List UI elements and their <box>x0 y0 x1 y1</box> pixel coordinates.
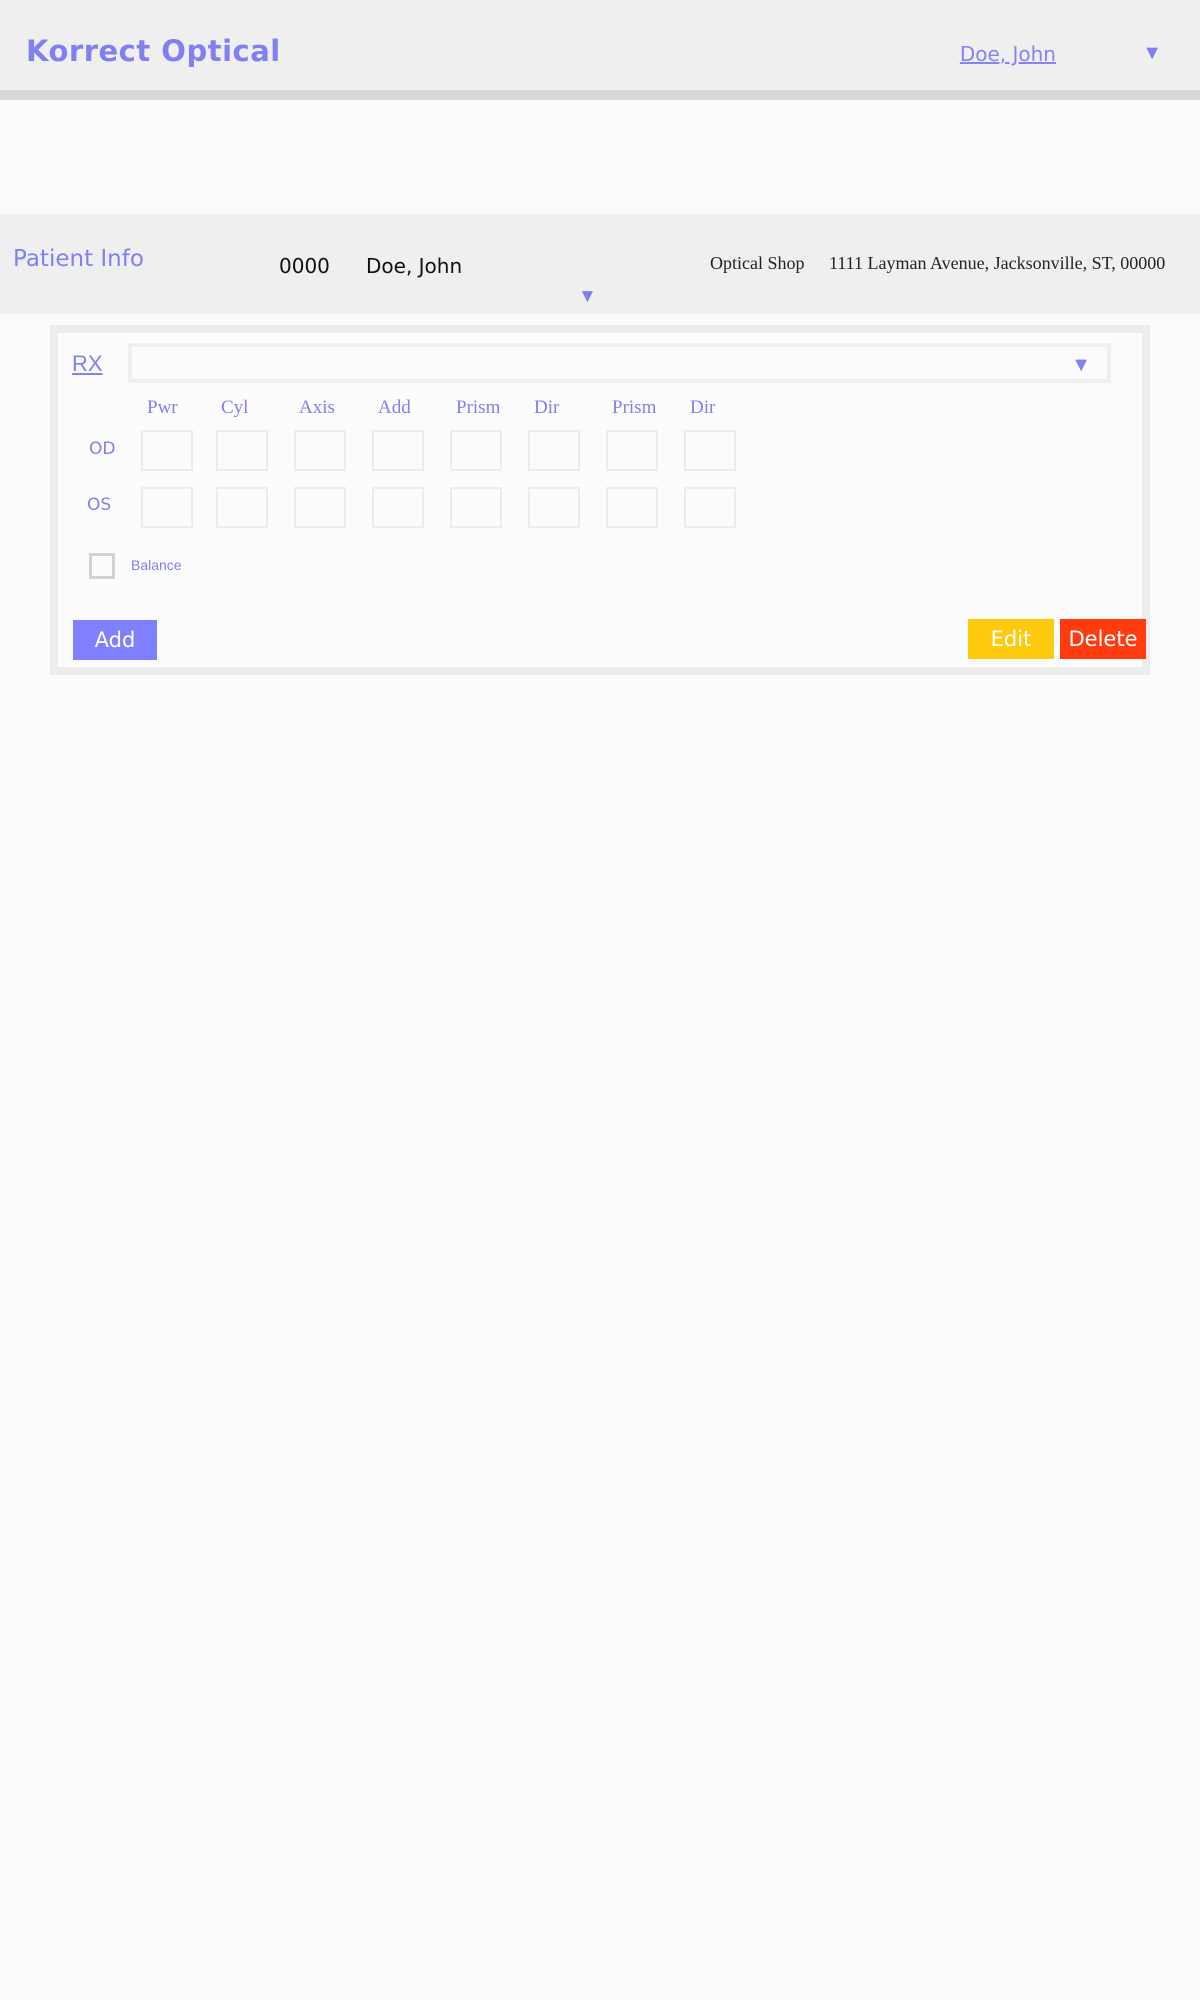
balance-checkbox[interactable] <box>89 553 115 579</box>
od-cyl-input[interactable] <box>216 430 268 471</box>
od-dir-1-input[interactable] <box>528 430 580 471</box>
balance-label: Balance <box>131 557 182 573</box>
od-prism-1-input[interactable] <box>450 430 502 471</box>
add-button[interactable]: Add <box>73 620 157 660</box>
patient-info-expand-chevron-down-icon[interactable]: ▼ <box>578 286 597 308</box>
rx-link[interactable]: RX <box>72 351 103 377</box>
column-header-prism-1: Prism <box>456 397 501 418</box>
os-dir-2-input[interactable] <box>684 487 736 528</box>
edit-button[interactable]: Edit <box>968 619 1054 659</box>
patient-name: Doe, John <box>366 254 463 278</box>
column-header-cyl: Cyl <box>221 397 249 418</box>
patient-id: 0000 <box>279 254 330 278</box>
od-pwr-input[interactable] <box>141 430 193 471</box>
column-header-axis: Axis <box>299 397 335 418</box>
os-dir-1-input[interactable] <box>528 487 580 528</box>
os-cyl-input[interactable] <box>216 487 268 528</box>
row-label-od: OD <box>89 439 116 459</box>
user-menu-chevron-down-icon[interactable]: ▼ <box>1142 42 1162 65</box>
os-pwr-input[interactable] <box>141 487 193 528</box>
od-prism-2-input[interactable] <box>606 430 658 471</box>
od-add-input[interactable] <box>372 430 424 471</box>
column-header-pwr: Pwr <box>147 397 178 418</box>
header-spacer <box>0 100 1200 214</box>
shop-address: 1111 Layman Avenue, Jacksonville, ST, 00… <box>829 253 1166 273</box>
os-prism-1-input[interactable] <box>450 487 502 528</box>
column-header-add: Add <box>378 397 411 418</box>
delete-button[interactable]: Delete <box>1060 619 1146 659</box>
os-add-input[interactable] <box>372 487 424 528</box>
top-navigation-bar: Korrect Optical Doe, John ▼ <box>0 0 1200 100</box>
shop-label: Optical Shop <box>710 253 805 273</box>
os-axis-input[interactable] <box>294 487 346 528</box>
patient-info-title: Patient Info <box>13 246 144 272</box>
rx-select[interactable]: ▼ <box>128 343 1111 383</box>
rx-card: RX ▼ Pwr Cyl Axis Add Prism Dir Prism Di… <box>58 333 1146 667</box>
rx-select-chevron-down-icon: ▼ <box>1071 354 1091 376</box>
od-axis-input[interactable] <box>294 430 346 471</box>
brand-logo-text: Korrect Optical <box>26 34 281 68</box>
column-header-dir-1: Dir <box>534 397 560 418</box>
row-label-os: OS <box>87 495 112 515</box>
column-header-prism-2: Prism <box>612 397 657 418</box>
column-header-dir-2: Dir <box>690 397 716 418</box>
user-menu-link[interactable]: Doe, John <box>960 42 1056 66</box>
rx-card-frame: RX ▼ Pwr Cyl Axis Add Prism Dir Prism Di… <box>50 325 1150 675</box>
patient-info-bar: Patient Info 0000 Doe, John Optical Shop… <box>0 214 1200 314</box>
os-prism-2-input[interactable] <box>606 487 658 528</box>
od-dir-2-input[interactable] <box>684 430 736 471</box>
